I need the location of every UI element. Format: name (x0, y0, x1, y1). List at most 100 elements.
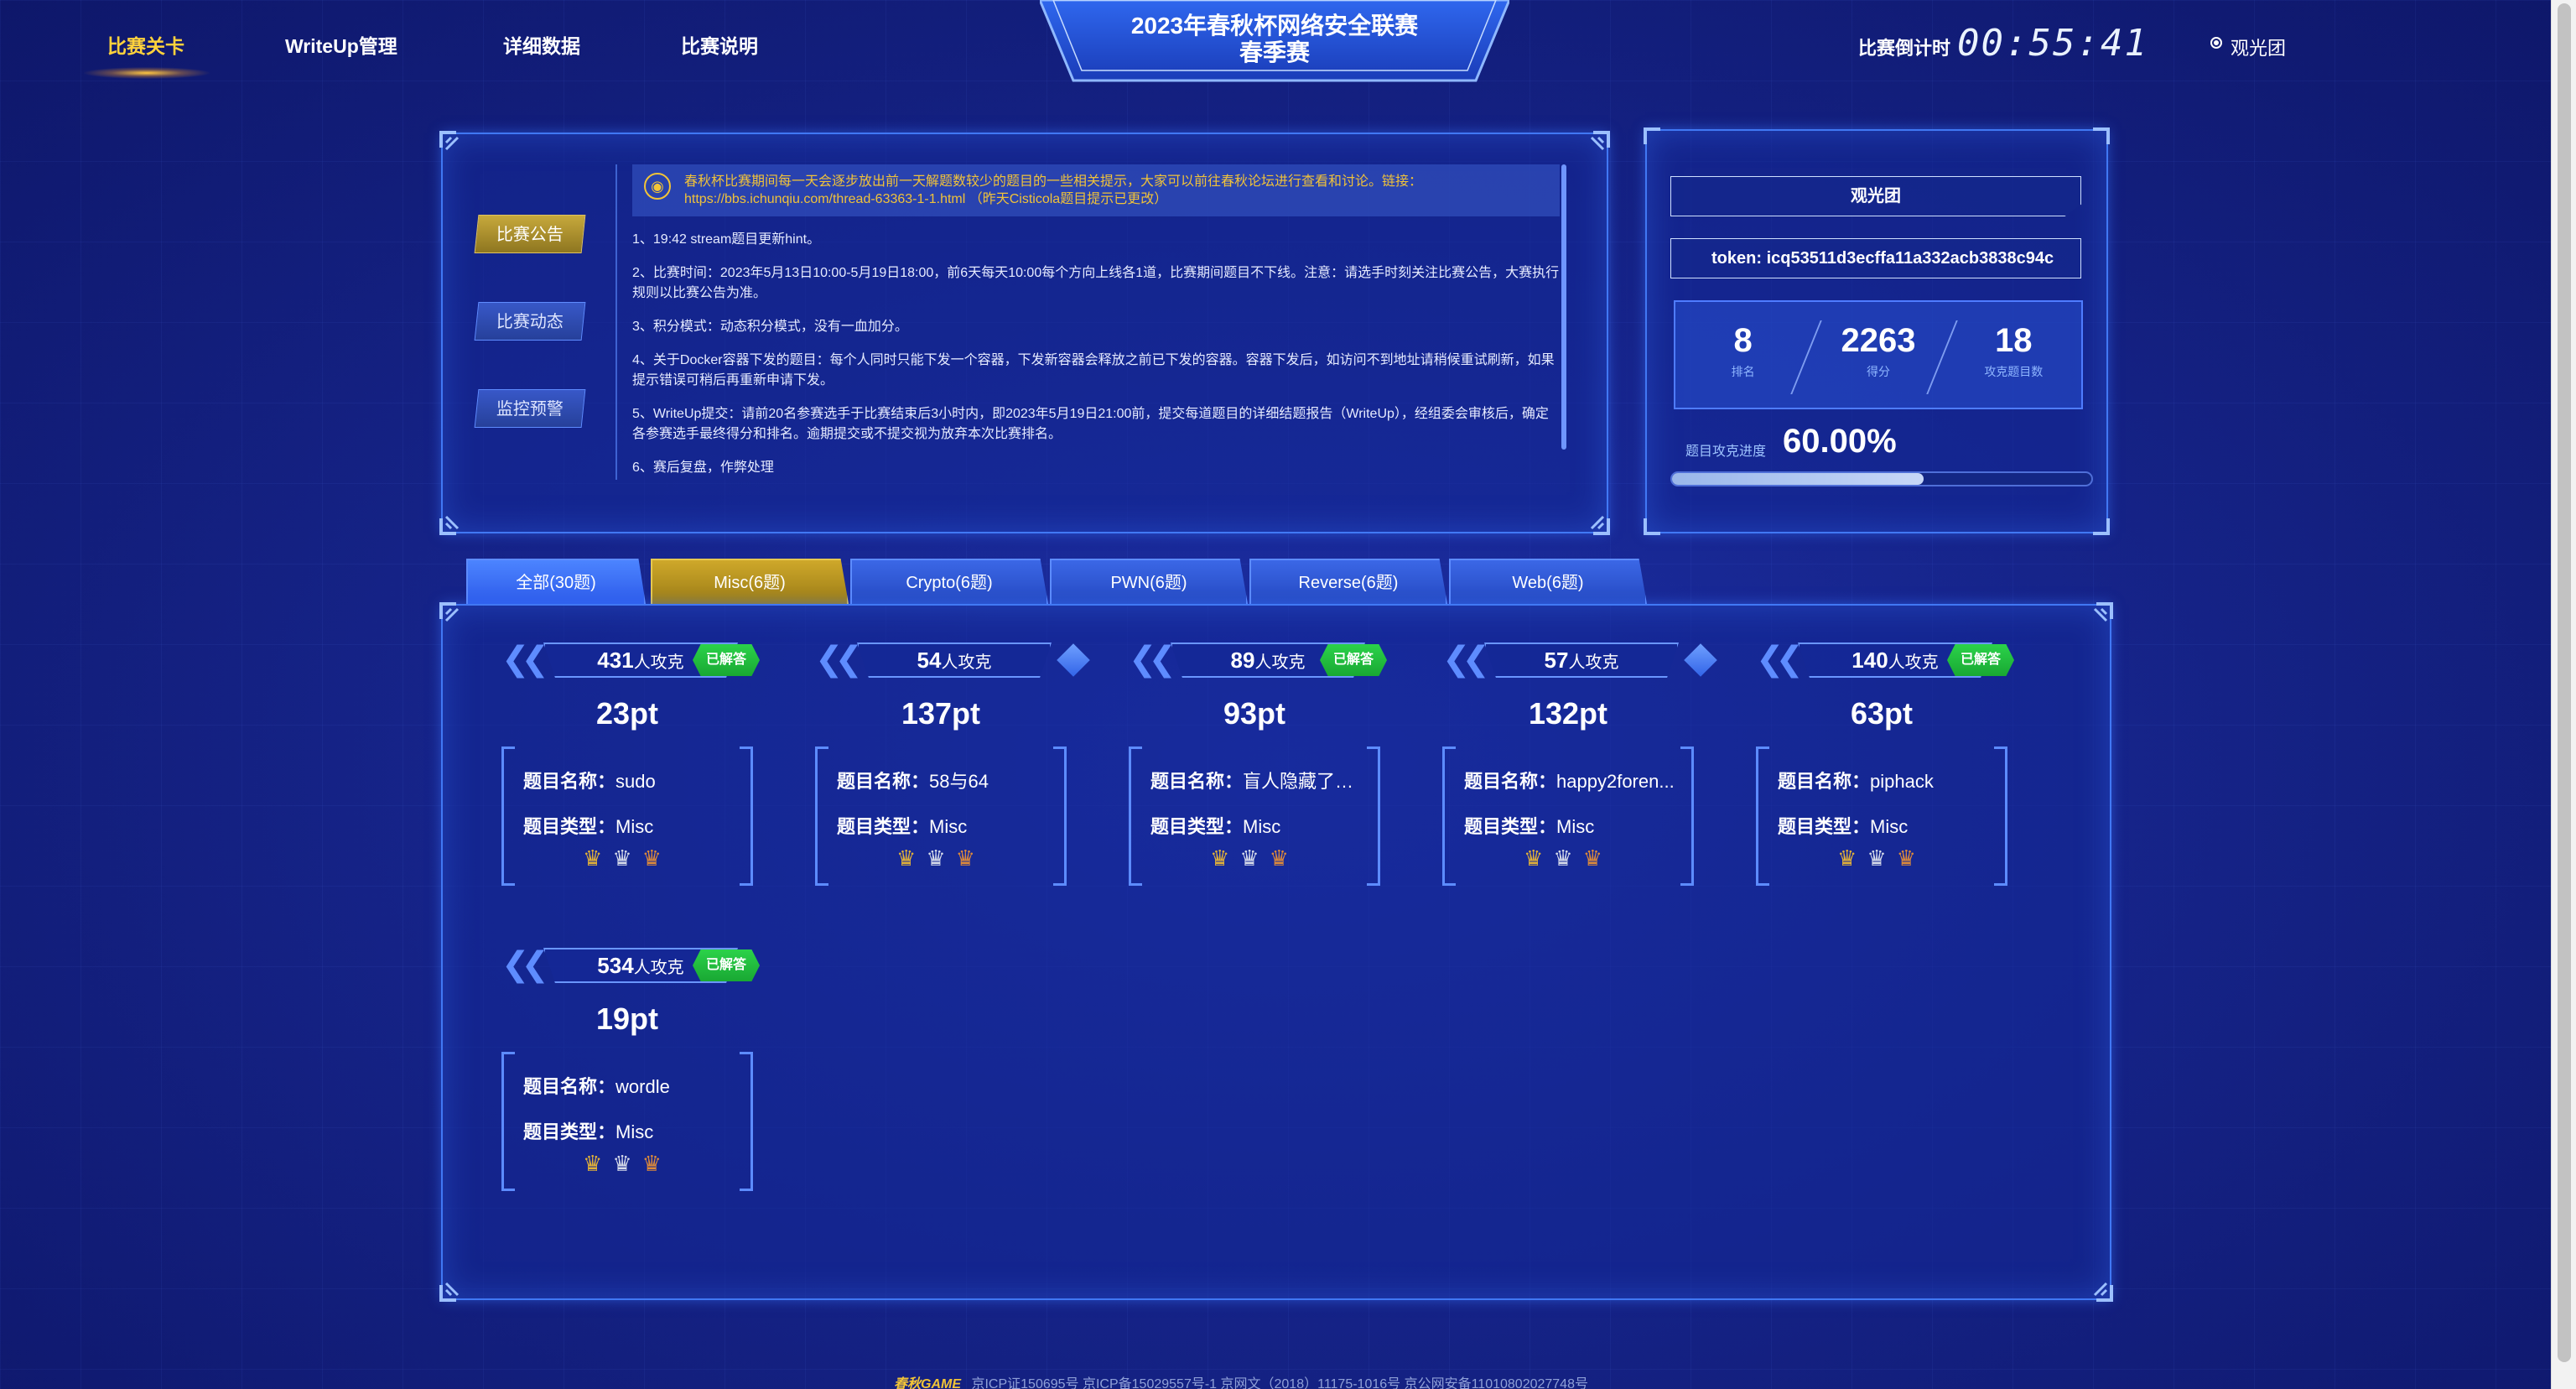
corner-decoration (2083, 602, 2113, 632)
footer-text: 京ICP证150695号 京ICP备15029557号-1 京网文（2018）1… (971, 1377, 1588, 1389)
solver-count: 57人攻克 (1484, 642, 1679, 678)
announcement-item: 6、赛后复盘，作弊处理 (632, 460, 774, 475)
crown-gold-icon: ♛ (1837, 845, 1867, 871)
announcement-item: 4、关于Docker容器下发的题目：每个人同时只能下发一个容器，下发新容器会释放… (632, 353, 1555, 388)
challenge-name: happy2foren... (1556, 771, 1675, 792)
challenge-points: 132pt (1528, 696, 1608, 731)
solver-count-value: 54 (917, 648, 942, 673)
challenge-name-row: 题目名称：sudo (523, 771, 656, 792)
user-name[interactable]: 观光团 (2231, 34, 2286, 60)
footer-logo: 春秋GAME (894, 1377, 962, 1389)
countdown-label: 比赛倒计时 (1858, 38, 1951, 59)
solver-count-value: 89 (1230, 648, 1255, 673)
notice-banner: ◉ 春秋杯比赛期间每一天会逐步放出前一天解题数较少的题目的一些相关提示，大家可以… (632, 164, 1560, 216)
crown-silver-icon: ♛ (612, 845, 642, 871)
page-title: 2023年春秋杯网络安全联赛 (1130, 13, 1419, 39)
score-value: 2263 (1841, 322, 1916, 359)
challenge-name: piphack (1870, 771, 1934, 792)
tab-announcement[interactable]: 比赛公告 (474, 215, 586, 253)
crown-row: ♛♛♛ (1756, 845, 2007, 871)
tab-misc[interactable]: Misc(6题) (651, 559, 849, 604)
nav-item-writeup[interactable]: WriteUp管理 (285, 30, 397, 59)
team-name: 观光团 (1670, 176, 2081, 216)
crown-silver-icon: ♛ (926, 845, 956, 871)
announcement-panel: 比赛公告 比赛动态 监控预警 ◉ 春秋杯比赛期间每一天会逐步放出前一天解题数较少… (439, 131, 1610, 535)
solver-count-value: 140 (1852, 648, 1888, 673)
challenge-card[interactable]: ❮❮ 140人攻克 已解答 63pt 题目名称：piphack 题目类型：Mis… (1756, 639, 2024, 924)
notice-text[interactable]: 春秋杯比赛期间每一天会逐步放出前一天解题数较少的题目的一些相关提示，大家可以前往… (684, 173, 1548, 208)
solved-badge: 已解答 (1320, 644, 1387, 676)
challenge-type: Misc (615, 1121, 654, 1142)
progress-bar (1670, 471, 2093, 486)
solver-count-unit: 人攻克 (633, 959, 684, 977)
challenge-card[interactable]: ❮❮ 54人攻克 137pt 题目名称：58与64 题目类型：Misc ♛♛♛ (815, 639, 1090, 924)
challenge-card[interactable]: ❮❮ 534人攻克 已解答 19pt 题目名称：wordle 题目类型：Misc… (501, 944, 770, 1230)
page-scrollbar[interactable] (2551, 0, 2576, 1389)
challenge-type-row: 题目类型：Misc (837, 816, 968, 837)
tab-all[interactable]: 全部(30题) (466, 559, 646, 604)
crown-gold-icon: ♛ (1524, 845, 1554, 871)
solver-count-unit: 人攻克 (941, 653, 992, 672)
challenge-header: ❮❮ 57人攻克 (1442, 639, 1717, 681)
progress-label: 题目攻克进度 (1685, 445, 1767, 459)
crown-row: ♛♛♛ (815, 845, 1067, 871)
challenge-points: 19pt (595, 1001, 659, 1036)
challenge-card[interactable]: ❮❮ 431人攻克 已解答 23pt 题目名称：sudo 题目类型：Misc ♛… (501, 639, 770, 924)
nav-item-challenges[interactable]: 比赛关卡 (107, 30, 184, 59)
challenge-header: ❮❮ 431人攻克 已解答 (501, 639, 770, 681)
tab-dynamics[interactable]: 比赛动态 (474, 302, 586, 341)
tab-crypto[interactable]: Crypto(6题) (850, 559, 1048, 604)
challenge-type: Misc (1556, 816, 1595, 837)
team-token: token: icq53511d3ecffa11a332acb3838c94c (1670, 238, 2081, 278)
challenge-name-row: 题目名称：wordle (523, 1076, 670, 1097)
corner-decoration (439, 131, 470, 161)
solver-count-unit: 人攻克 (1568, 653, 1619, 672)
crown-row: ♛♛♛ (1442, 845, 1694, 871)
challenge-name-row: 题目名称：盲人隐藏了起来 (1150, 767, 1368, 793)
crown-row: ♛♛♛ (1129, 845, 1380, 871)
tab-web[interactable]: Web(6题) (1449, 559, 1647, 604)
chevron-left-icon: ❮❮ (501, 641, 549, 678)
challenge-type-row: 题目类型：Misc (523, 816, 654, 837)
solved-badge: 已解答 (693, 644, 760, 676)
score-stat: 2263 得分 (1810, 302, 1945, 408)
challenge-header: ❮❮ 534人攻克 已解答 (501, 944, 770, 986)
corner-decoration (2080, 505, 2110, 535)
challenge-type: Misc (1870, 816, 1909, 837)
corner-decoration (1644, 127, 1674, 158)
page-scrollbar-thumb[interactable] (2558, 3, 2571, 1362)
crown-row: ♛♛♛ (501, 845, 753, 871)
challenge-type-row: 题目类型：Misc (1778, 816, 1909, 837)
solver-count: 54人攻克 (857, 642, 1052, 678)
tab-pwn[interactable]: PWN(6题) (1050, 559, 1248, 604)
corner-decoration (1644, 505, 1674, 535)
progress-value: 60.00% (1783, 423, 1897, 460)
challenge-type: Misc (1243, 816, 1281, 837)
challenge-type-row: 题目类型：Misc (523, 1121, 654, 1142)
user-radio-icon[interactable] (2210, 37, 2222, 49)
announcement-item: 1、19:42 stream题目更新hint。 (632, 232, 821, 247)
challenge-card[interactable]: ❮❮ 57人攻克 132pt 题目名称：happy2foren... 题目类型：… (1442, 639, 1717, 924)
crown-bronze-icon: ♛ (641, 1151, 672, 1176)
crown-row: ♛♛♛ (501, 1151, 753, 1177)
announcement-scrollbar[interactable] (1561, 164, 1566, 450)
corner-decoration (439, 505, 470, 535)
nav-item-details[interactable]: 详细数据 (503, 30, 580, 59)
tab-reverse[interactable]: Reverse(6题) (1249, 559, 1447, 604)
solved-count-value: 18 (1995, 322, 2033, 359)
challenge-card[interactable]: ❮❮ 89人攻克 已解答 93pt 题目名称：盲人隐藏了起来 题目类型：Misc… (1129, 639, 1397, 924)
crown-gold-icon: ♛ (583, 1151, 613, 1176)
announcement-item: 5、WriteUp提交：请前20名参赛选手于比赛结束后3小时内，即2023年5月… (632, 407, 1549, 441)
crown-gold-icon: ♛ (896, 845, 927, 871)
crown-bronze-icon: ♛ (1269, 845, 1299, 871)
nav-item-rules[interactable]: 比赛说明 (681, 30, 758, 59)
crown-silver-icon: ♛ (612, 1151, 642, 1176)
chevron-left-icon: ❮❮ (1129, 641, 1176, 678)
challenge-points: 137pt (901, 696, 981, 731)
solver-count-unit: 人攻克 (1254, 653, 1306, 672)
chevron-left-icon: ❮❮ (1756, 641, 1804, 678)
tab-monitor[interactable]: 监控预警 (474, 389, 586, 428)
solved-badge: 已解答 (693, 949, 760, 981)
challenge-points: 63pt (1850, 696, 1914, 731)
corner-decoration (439, 1272, 470, 1302)
